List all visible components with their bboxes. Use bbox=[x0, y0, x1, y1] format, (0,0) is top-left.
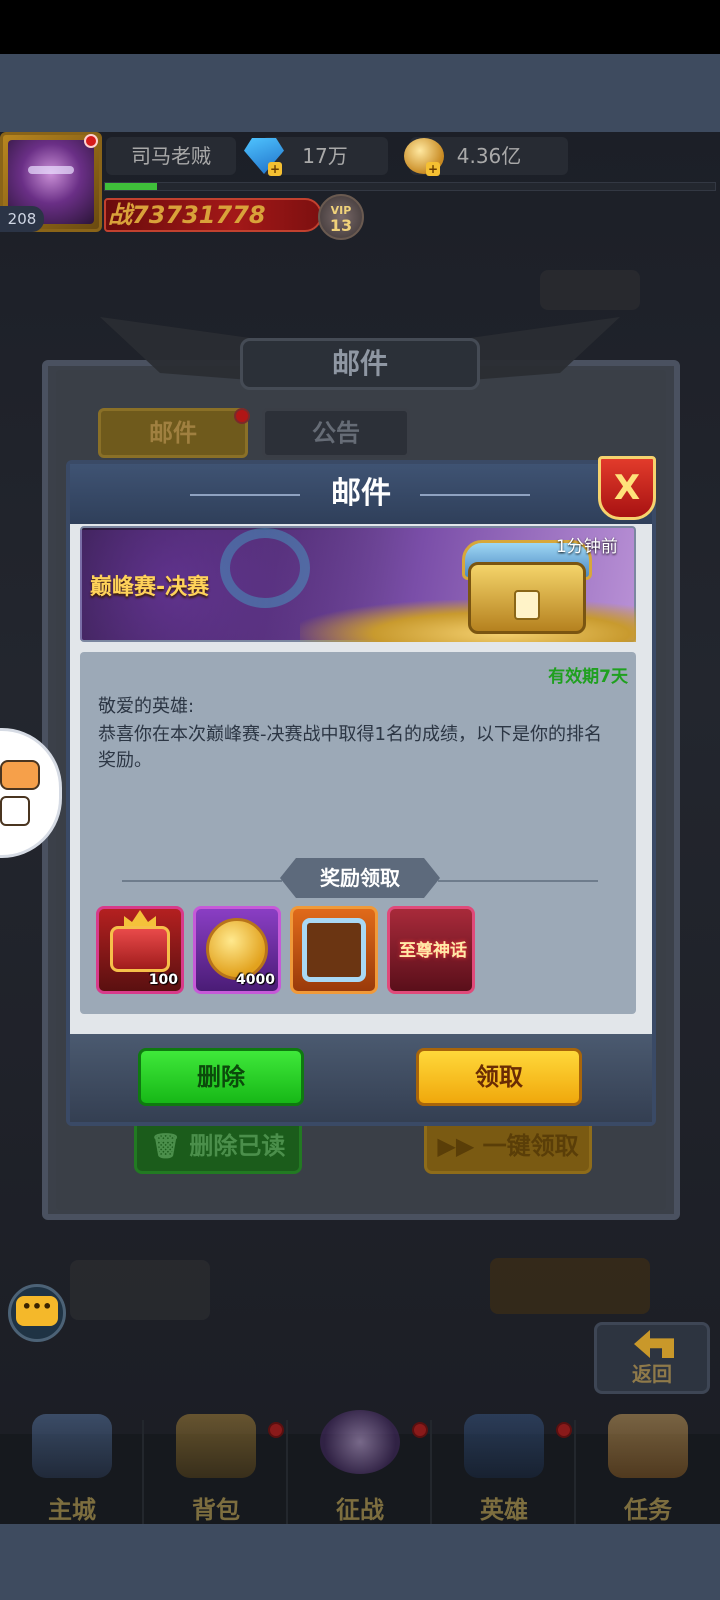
treasure-chest-icon bbox=[110, 926, 170, 972]
avatar-frame-icon bbox=[302, 918, 366, 982]
mail-validity: 有效期7天 bbox=[548, 667, 628, 687]
avatar-detail bbox=[28, 166, 74, 174]
nav-label-quests: 任务 bbox=[624, 1496, 672, 1524]
vip-level: 13 bbox=[329, 216, 353, 235]
title-badge-icon: 至尊神话 bbox=[399, 941, 467, 961]
gold-coin-icon bbox=[206, 918, 268, 980]
back-label: 返回 bbox=[632, 1362, 672, 1386]
background-decoration bbox=[70, 1260, 210, 1320]
claim-button[interactable]: 领取 bbox=[416, 1048, 582, 1106]
player-name: 司马老贼 bbox=[106, 137, 236, 175]
mail-panel-title: 邮件 bbox=[331, 347, 388, 380]
mail-dialog-title: 邮件 bbox=[331, 476, 391, 511]
trash-icon: 🗑 bbox=[150, 1132, 190, 1160]
gamepad-icon bbox=[0, 760, 40, 790]
helmet-icon bbox=[464, 1414, 544, 1478]
dragon-portal-icon bbox=[320, 1410, 400, 1474]
reward-header-line-right bbox=[438, 880, 598, 882]
scroll-icon bbox=[608, 1414, 688, 1478]
nav-label-heroes: 英雄 bbox=[480, 1496, 528, 1524]
vip-badge[interactable]: VIP 13 bbox=[318, 194, 364, 240]
nav-heroes-badge bbox=[556, 1422, 572, 1438]
add-gold-button[interactable]: + bbox=[426, 162, 440, 176]
castle-icon bbox=[32, 1414, 112, 1478]
claim-all-label: 一键领取 bbox=[482, 1132, 579, 1160]
backpack-icon bbox=[176, 1414, 256, 1478]
settings-icon bbox=[0, 796, 30, 826]
delete-button[interactable]: 删除 bbox=[138, 1048, 304, 1106]
reward-count-chest: 100 bbox=[148, 972, 178, 988]
top-band bbox=[0, 54, 720, 132]
background-decoration bbox=[490, 1258, 650, 1314]
chat-bubble-icon: ••• bbox=[16, 1296, 58, 1326]
close-button[interactable]: X bbox=[598, 456, 656, 520]
mail-greeting: 敬爱的英雄: bbox=[98, 696, 195, 717]
banner-portal-art bbox=[220, 528, 310, 608]
claim-all-button[interactable]: ▶▶ 一键领取 bbox=[424, 1118, 592, 1174]
reward-header: 奖励领取 bbox=[280, 858, 440, 898]
fast-forward-icon: ▶▶ bbox=[437, 1132, 483, 1160]
xp-bar-fill bbox=[105, 183, 157, 190]
tab-mail-badge bbox=[234, 408, 250, 424]
avatar-notification-dot bbox=[84, 134, 98, 148]
combat-power-value: 战73731778 bbox=[108, 201, 266, 229]
reward-header-line-left bbox=[122, 880, 282, 882]
player-level: 208 bbox=[0, 206, 44, 232]
add-gems-button[interactable]: + bbox=[268, 162, 282, 176]
background-decoration bbox=[540, 270, 640, 310]
xp-bar bbox=[104, 182, 716, 191]
mail-subject: 巅峰赛-决赛 bbox=[90, 575, 210, 600]
nav-label-campaign: 征战 bbox=[336, 1496, 384, 1524]
mail-timestamp: 1分钟前 bbox=[556, 537, 618, 557]
navigation-bar-band bbox=[0, 1524, 720, 1600]
tab-notice[interactable]: 公告 bbox=[262, 408, 410, 458]
delete-read-button[interactable]: 🗑 删除已读 bbox=[134, 1118, 302, 1174]
reward-count-coin: 4000 bbox=[236, 972, 275, 988]
nav-label-backpack: 背包 bbox=[192, 1496, 240, 1524]
delete-read-label: 删除已读 bbox=[189, 1132, 286, 1160]
tab-mail[interactable]: 邮件 bbox=[98, 408, 248, 458]
nav-campaign-badge bbox=[412, 1422, 428, 1438]
nav-label-main-city: 主城 bbox=[48, 1496, 96, 1524]
banner-chest-lock bbox=[514, 590, 540, 620]
status-bar bbox=[0, 0, 720, 54]
nav-backpack-badge bbox=[268, 1422, 284, 1438]
mail-message: 恭喜你在本次巅峰赛-决赛战中取得1名的成绩，以下是你的排名奖励。 bbox=[98, 724, 602, 771]
